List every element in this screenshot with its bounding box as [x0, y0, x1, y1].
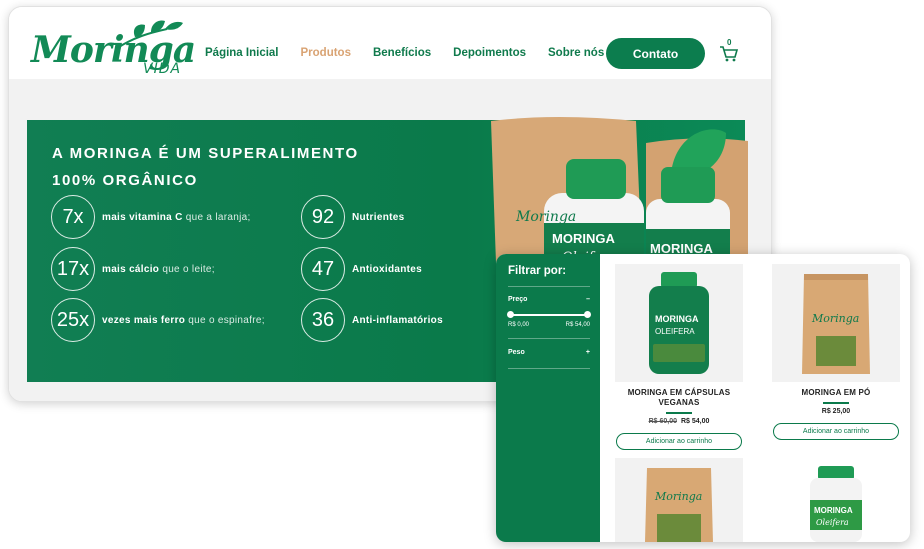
nav-products[interactable]: Produtos	[301, 47, 351, 59]
stat-calcium: 17x mais cálcio que o leite;	[51, 247, 215, 291]
bottle-label-b: Oleifera	[816, 518, 849, 527]
nav-home[interactable]: Página Inicial	[205, 47, 279, 59]
stat-label: Antioxidantes	[352, 263, 423, 275]
main-nav: Página Inicial Produtos Benefícios Depoi…	[205, 47, 604, 59]
divider	[823, 402, 849, 404]
stat-value: 47	[301, 247, 345, 291]
product-image[interactable]: Moringa	[772, 264, 900, 382]
stat-label: mais cálcio	[102, 263, 160, 275]
pouch-label: Moringa	[654, 490, 702, 503]
product-name[interactable]: MORINGA EM PÓ	[772, 388, 900, 398]
stat-label: mais vitamina C	[102, 211, 183, 223]
logo-subtitle: VIDA	[143, 61, 182, 77]
stat-value: 17x	[51, 247, 95, 291]
cart-count: 0	[727, 38, 732, 47]
bottle-label-1a: MORINGA	[552, 231, 615, 246]
weight-filter-header[interactable]: Peso +	[508, 349, 590, 356]
current-price: R$ 54,00	[681, 417, 710, 425]
stat-value: 36	[301, 298, 345, 342]
weight-filter-label: Peso	[508, 349, 525, 356]
stat-comparison: que o espinafre;	[188, 314, 265, 326]
stat-value: 7x	[51, 195, 95, 239]
stat-antioxidants: 47 Antioxidantes	[301, 247, 422, 291]
product-price: R$ 60,00 R$ 54,00	[615, 418, 743, 425]
bottle-label-a: MORINGA	[655, 314, 699, 324]
slider-min-handle[interactable]	[507, 311, 514, 318]
filter-sidebar: Filtrar por: Preço – R$ 0,00 R$ 54,00 Pe…	[496, 254, 600, 542]
shop-window: Filtrar por: Preço – R$ 0,00 R$ 54,00 Pe…	[496, 254, 910, 542]
stat-label: Nutrientes	[352, 211, 405, 223]
stat-nutrients: 92 Nutrientes	[301, 195, 404, 239]
divider	[508, 368, 590, 369]
product-image[interactable]: MORINGA Oleifera	[772, 458, 900, 542]
price-min: R$ 0,00	[508, 322, 530, 328]
stat-anti-inflammatory: 36 Anti-inflamatórios	[301, 298, 443, 342]
bottle-label-a: MORINGA	[814, 506, 853, 515]
stat-label: Anti-inflamatórios	[352, 314, 443, 326]
divider	[508, 338, 590, 339]
nav-about[interactable]: Sobre nós	[548, 47, 604, 59]
powder-pouch-image: Moringa	[802, 274, 870, 374]
expand-icon[interactable]: +	[586, 349, 590, 356]
capsule-bottle-image: MORINGA Oleifera	[810, 466, 862, 542]
product-card[interactable]: MORINGA OLEIFERA MORINGA EM CÁPSULAS VEG…	[615, 264, 743, 450]
hero-title: A MORINGA É UM SUPERALIMENTO 100% ORGÂNI…	[52, 140, 359, 194]
bottle-label-b: OLEIFERA	[655, 327, 695, 336]
cart-button[interactable]: 0	[718, 38, 740, 63]
stat-vitamin-c: 7x mais vitamina C que a laranja;	[51, 195, 251, 239]
pouch-label: Moringa	[515, 209, 576, 225]
screenshot-stage: Moringa VIDA Página Inicial Produtos Ben…	[0, 0, 924, 549]
powder-pouch-image: Moringa	[645, 468, 713, 542]
product-image[interactable]: MORINGA OLEIFERA	[615, 264, 743, 382]
collapse-icon[interactable]: –	[586, 296, 590, 303]
capsule-bottle-image: MORINGA OLEIFERA	[649, 272, 709, 374]
stat-comparison: que o leite;	[162, 263, 215, 275]
product-price: R$ 25,00	[772, 408, 900, 415]
hero-title-line1: A MORINGA É UM SUPERALIMENTO	[52, 145, 359, 162]
slider-max-handle[interactable]	[584, 311, 591, 318]
contact-button[interactable]: Contato	[606, 38, 705, 69]
product-card[interactable]: Moringa MORINGA EM PÓ R$ 25,00 Adicionar…	[772, 264, 900, 440]
stat-label: vezes mais ferro	[102, 314, 186, 326]
product-card[interactable]: Moringa	[615, 458, 743, 542]
pouch-label: Moringa	[811, 312, 859, 325]
price-filter-header[interactable]: Preço –	[508, 296, 590, 303]
nav-benefits[interactable]: Benefícios	[373, 47, 431, 59]
current-price: R$ 25,00	[821, 407, 851, 415]
price-slider[interactable]	[507, 311, 591, 318]
price-max: R$ 54,00	[565, 322, 590, 328]
stat-iron: 25x vezes mais ferro que o espinafre;	[51, 298, 265, 342]
add-to-cart-button[interactable]: Adicionar ao carrinho	[616, 432, 742, 450]
nav-testimonials[interactable]: Depoimentos	[453, 47, 526, 59]
brand-logo[interactable]: Moringa VIDA	[31, 19, 196, 79]
old-price: R$ 60,00	[648, 417, 677, 425]
stat-value: 92	[301, 195, 345, 239]
filter-title: Filtrar por:	[508, 265, 567, 277]
divider	[508, 286, 590, 287]
hero-title-line2: 100% ORGÂNICO	[52, 172, 198, 189]
divider	[666, 412, 692, 414]
product-name[interactable]: MORINGA EM CÁPSULAS VEGANAS	[615, 388, 743, 408]
stat-value: 25x	[51, 298, 95, 342]
stat-comparison: que a laranja;	[185, 211, 251, 223]
add-to-cart-button[interactable]: Adicionar ao carrinho	[773, 422, 899, 440]
product-card[interactable]: MORINGA Oleifera	[772, 458, 900, 542]
price-filter-label: Preço	[508, 296, 528, 303]
product-image[interactable]: Moringa	[615, 458, 743, 542]
price-range: R$ 0,00 R$ 54,00	[508, 322, 590, 328]
header: Moringa VIDA Página Inicial Produtos Ben…	[9, 7, 771, 79]
